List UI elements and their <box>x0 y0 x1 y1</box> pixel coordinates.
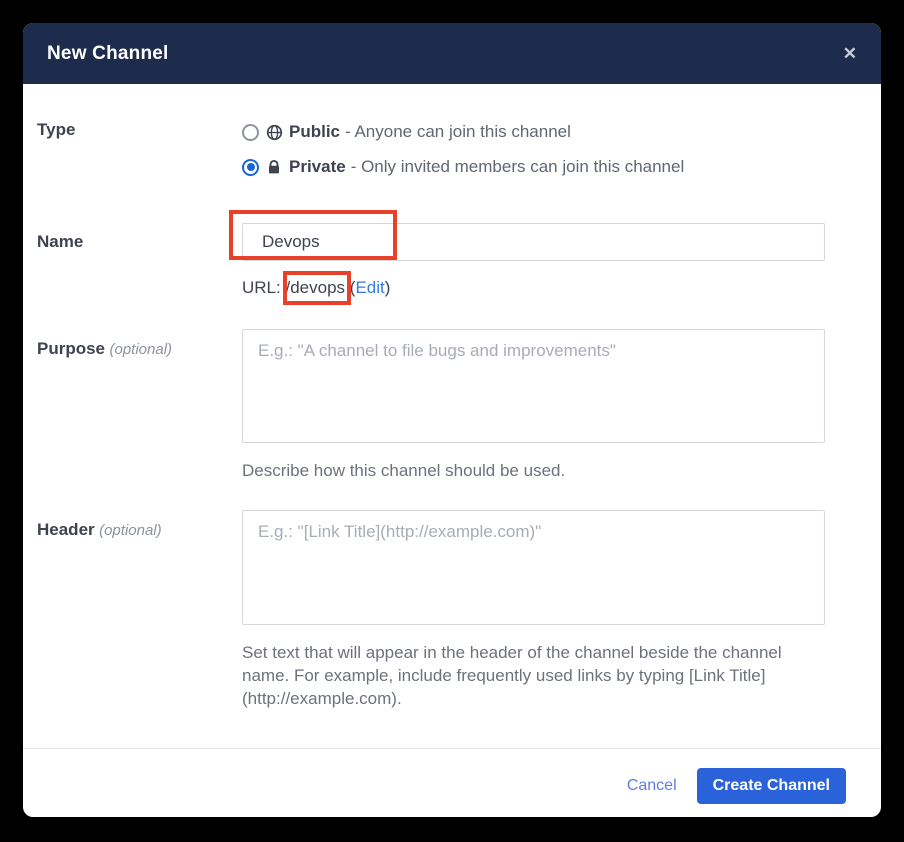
url-value: devops <box>290 278 345 298</box>
screenshot-background: New Channel ✕ Type <box>0 0 904 842</box>
public-option-desc: - Anyone can join this channel <box>345 122 571 142</box>
header-section: Header (optional) Set text that will app… <box>37 510 848 710</box>
type-section: Type Public - Anyone can jo <box>37 120 848 190</box>
close-icon[interactable]: ✕ <box>843 45 857 62</box>
name-section: Name URL: /devops (Edit) <box>37 223 848 298</box>
purpose-help-text: Describe how this channel should be used… <box>242 459 825 482</box>
lock-icon <box>266 159 284 175</box>
modal-body: Type Public - Anyone can jo <box>23 84 881 710</box>
purpose-textarea[interactable] <box>242 329 825 443</box>
header-optional-label: (optional) <box>99 522 162 539</box>
radio-option-public[interactable]: Public - Anyone can join this channel <box>242 120 848 144</box>
modal-title: New Channel <box>47 43 169 65</box>
radio-unselected-icon[interactable] <box>242 124 259 141</box>
name-label: Name <box>37 232 83 251</box>
purpose-label: Purpose <box>37 339 105 358</box>
edit-close-paren: ) <box>385 278 391 297</box>
radio-option-private[interactable]: Private - Only invited members can join … <box>242 155 848 179</box>
edit-url-link[interactable]: Edit <box>355 278 384 297</box>
url-label: URL: <box>242 278 281 297</box>
header-help-text: Set text that will appear in the header … <box>242 641 825 710</box>
radio-selected-icon[interactable] <box>242 159 259 176</box>
private-option-desc: - Only invited members can join this cha… <box>351 157 685 177</box>
new-channel-modal: New Channel ✕ Type <box>23 23 881 817</box>
globe-icon <box>266 124 284 141</box>
header-label: Header <box>37 520 95 539</box>
channel-url-line: URL: /devops (Edit) <box>242 278 848 298</box>
modal-footer: Cancel Create Channel <box>23 748 881 804</box>
purpose-optional-label: (optional) <box>109 341 172 358</box>
purpose-section: Purpose (optional) Describe how this cha… <box>37 329 848 482</box>
create-channel-button[interactable]: Create Channel <box>697 768 846 804</box>
header-textarea[interactable] <box>242 510 825 625</box>
public-option-title: Public <box>289 122 340 142</box>
type-label: Type <box>37 120 75 139</box>
channel-name-input[interactable] <box>242 223 825 261</box>
private-option-title: Private <box>289 157 346 177</box>
cancel-button[interactable]: Cancel <box>627 768 697 795</box>
modal-header: New Channel ✕ <box>23 23 881 84</box>
